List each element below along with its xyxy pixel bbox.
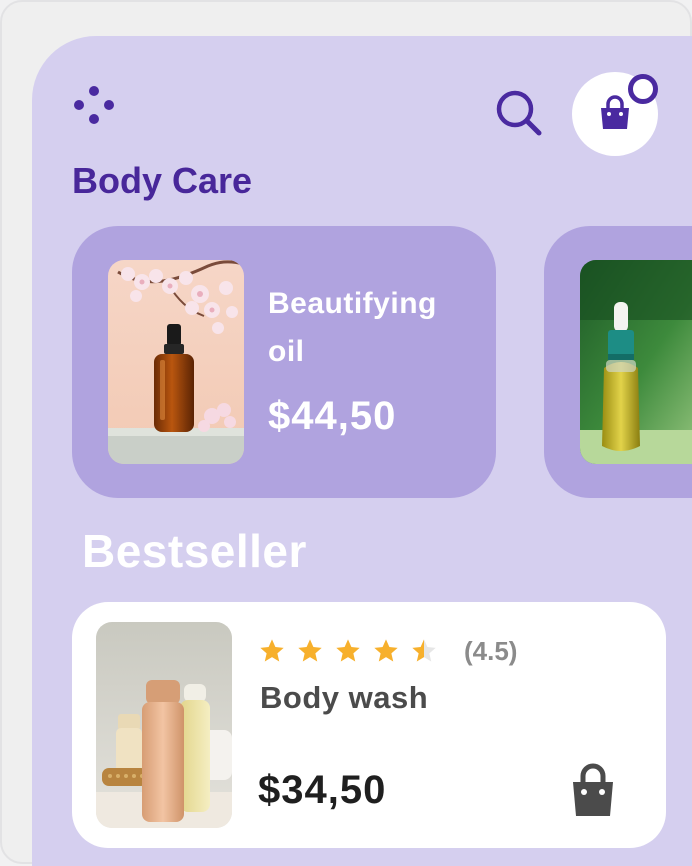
rating-value: (4.5) — [464, 635, 518, 666]
promo-product-name: Beautifying oil — [268, 287, 437, 368]
product-image-serum — [580, 260, 692, 464]
product-image-body-wash — [96, 622, 232, 828]
category-title: Body Care — [72, 160, 253, 201]
star-icon — [260, 639, 284, 662]
bestseller-product-name: Body wash — [260, 680, 429, 715]
promo-card[interactable] — [544, 226, 692, 498]
bestseller-product-price: $34,50 — [258, 768, 387, 812]
half-star-icon — [412, 639, 436, 662]
rating: (4.5) — [258, 636, 517, 666]
search-icon[interactable] — [494, 88, 544, 138]
bestseller-card[interactable]: (4.5) Body wash $34,50 — [72, 602, 666, 848]
add-to-cart-bag-icon[interactable] — [568, 762, 618, 818]
shopping-bag-icon — [601, 95, 629, 129]
cart-badge — [628, 74, 658, 104]
device-frame: Body Care Beautifying oil $44,50 Bestsel… — [0, 0, 692, 866]
promo-carousel[interactable]: Beautifying oil $44,50 — [72, 226, 692, 498]
dots-menu-icon[interactable] — [70, 82, 118, 130]
promo-card[interactable]: Beautifying oil $44,50 — [72, 226, 496, 498]
product-image-oil — [108, 260, 244, 464]
star-icon — [374, 639, 398, 662]
promo-product-price: $44,50 — [268, 394, 397, 438]
star-icon — [298, 639, 322, 662]
star-icon — [336, 639, 360, 662]
bestseller-title: Bestseller — [82, 525, 307, 577]
cart-button[interactable] — [572, 72, 658, 156]
app-screen: Body Care Beautifying oil $44,50 Bestsel… — [32, 36, 692, 866]
